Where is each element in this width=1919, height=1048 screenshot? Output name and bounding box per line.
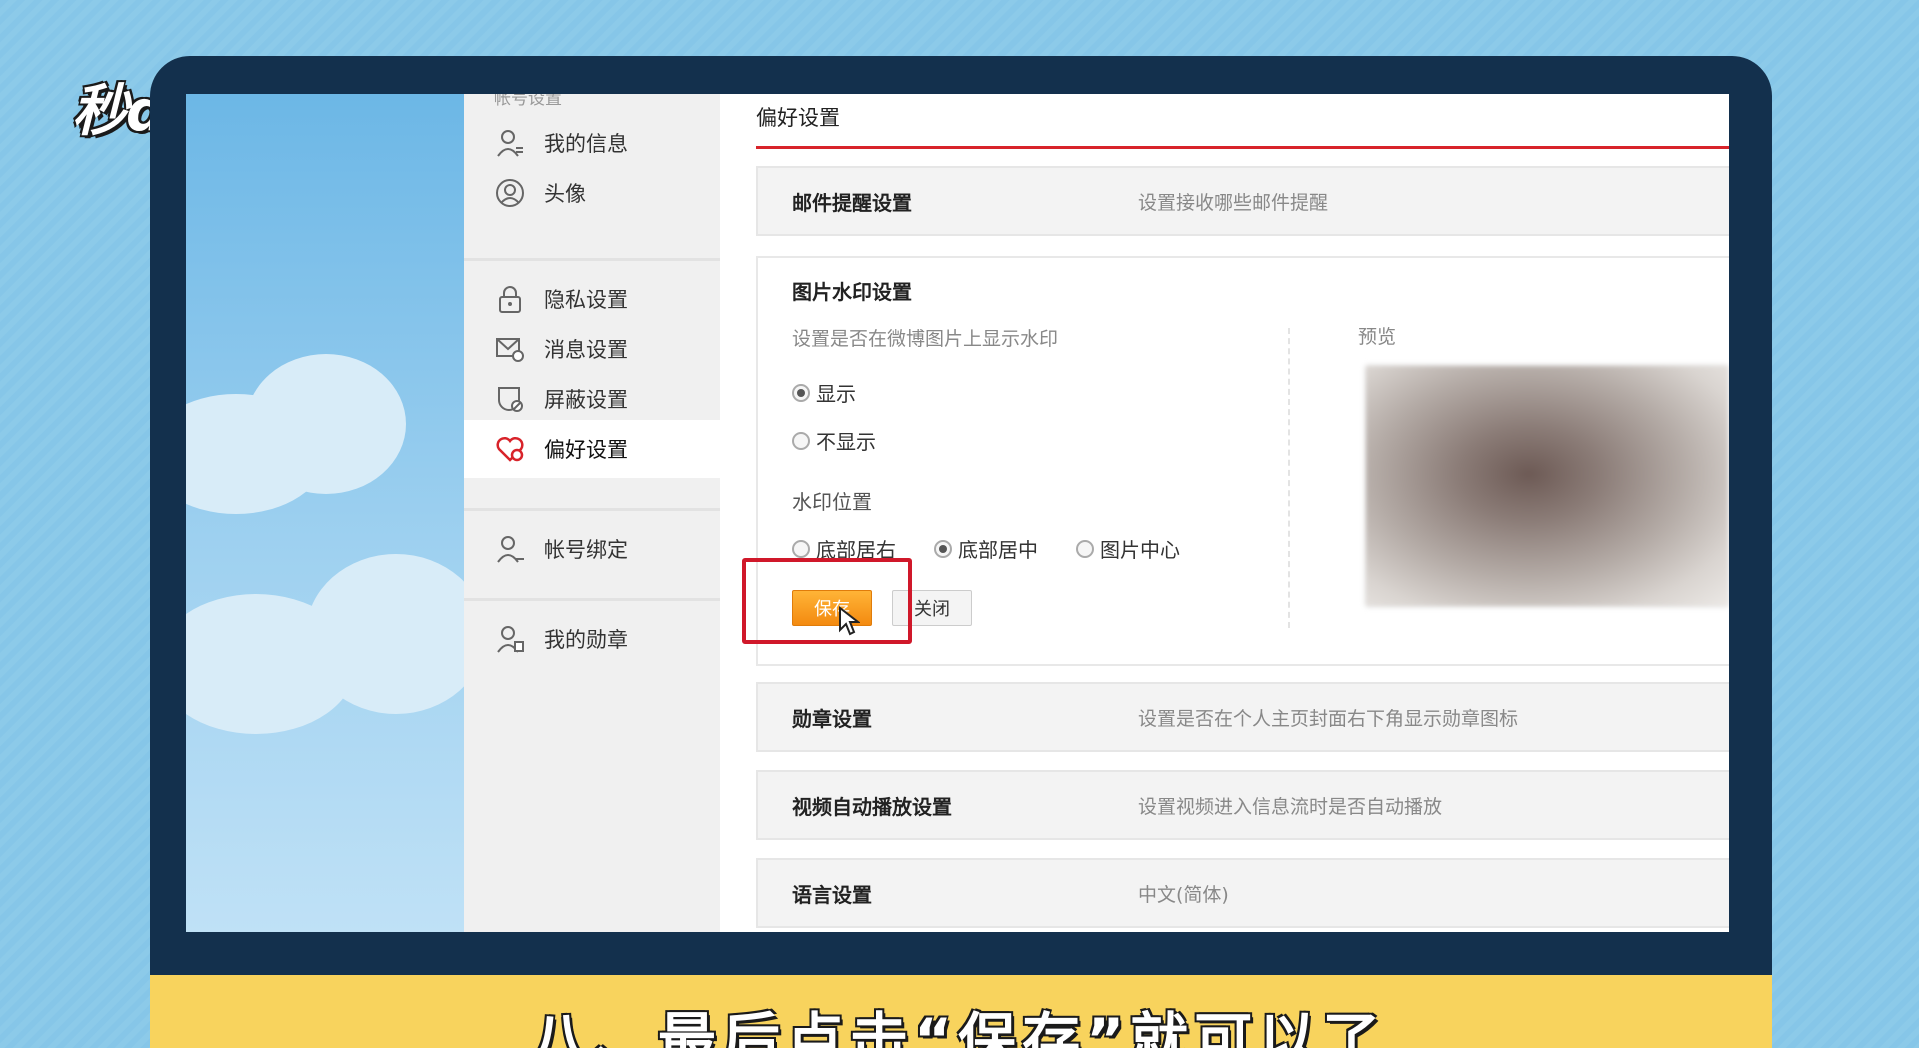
screen: 帐号设置 我的信息 头像 隐私设置 消息设置 屏蔽设置 偏好设置 帐号绑定 我的… bbox=[186, 94, 1729, 932]
setting-row-email[interactable]: 邮件提醒设置 设置接收哪些邮件提醒 bbox=[756, 166, 1729, 236]
caption-text: 八、最后点击“保存”就可以了 bbox=[530, 1006, 1387, 1048]
setting-desc: 中文(简体) bbox=[1138, 883, 1229, 906]
sidebar-item-medals[interactable]: 我的勋章 bbox=[464, 610, 720, 668]
sidebar-item-avatar[interactable]: 头像 bbox=[464, 164, 720, 222]
sidebar-divider bbox=[464, 598, 720, 601]
title-underline bbox=[756, 146, 1729, 149]
lock-icon bbox=[494, 283, 526, 315]
radio-button[interactable] bbox=[934, 539, 952, 558]
radio-image-center[interactable]: 图片中心 bbox=[1076, 534, 1180, 563]
radio-button[interactable] bbox=[1076, 539, 1094, 558]
radio-label: 显示 bbox=[816, 382, 856, 406]
sidebar-item-account-bind[interactable]: 帐号绑定 bbox=[464, 520, 720, 578]
sidebar-item-label: 消息设置 bbox=[544, 338, 628, 362]
setting-desc: 设置是否在个人主页封面右下角显示勋章图标 bbox=[1138, 707, 1519, 730]
radio-show-watermark[interactable]: 显示 bbox=[792, 378, 856, 407]
sidebar-item-label: 屏蔽设置 bbox=[544, 388, 628, 412]
watermark-settings-panel: 图片水印设置 设置是否在微博图片上显示水印 显示 不显示 水印位置 底部居右 底… bbox=[742, 256, 1729, 666]
setting-name: 视频自动播放设置 bbox=[792, 794, 952, 819]
radio-hide-watermark[interactable]: 不显示 bbox=[792, 426, 876, 455]
sidebar-item-label: 帐号绑定 bbox=[544, 538, 628, 562]
radio-label: 图片中心 bbox=[1100, 538, 1180, 562]
mouse-cursor-icon bbox=[838, 605, 861, 640]
sidebar-item-label: 我的信息 bbox=[544, 132, 628, 156]
save-highlight-box bbox=[742, 558, 912, 644]
page-title: 偏好设置 bbox=[756, 106, 840, 130]
setting-name: 语言设置 bbox=[792, 882, 872, 907]
radio-button[interactable] bbox=[792, 431, 810, 450]
avatar-icon bbox=[494, 177, 526, 209]
sidebar-item-label: 我的勋章 bbox=[544, 628, 628, 652]
sidebar-section-title: 帐号设置 bbox=[494, 94, 562, 109]
user-icon bbox=[494, 127, 526, 159]
heart-settings-icon bbox=[494, 433, 526, 465]
radio-button[interactable] bbox=[792, 539, 810, 558]
setting-row-medal[interactable]: 勋章设置 设置是否在个人主页封面右下角显示勋章图标 bbox=[756, 682, 1729, 752]
watermark-preview-image bbox=[1366, 366, 1728, 606]
setting-name: 勋章设置 bbox=[792, 706, 872, 731]
subtitle-caption-bar: 八、最后点击“保存”就可以了 bbox=[150, 975, 1772, 1048]
radio-label: 不显示 bbox=[816, 430, 876, 454]
setting-desc: 设置接收哪些邮件提醒 bbox=[1138, 191, 1329, 214]
medal-icon bbox=[494, 623, 526, 655]
setting-row-video-autoplay[interactable]: 视频自动播放设置 设置视频进入信息流时是否自动播放 bbox=[756, 770, 1729, 840]
preferences-panel: 偏好设置 邮件提醒设置 设置接收哪些邮件提醒 图片水印设置 设置是否在微博图片上… bbox=[742, 94, 1729, 932]
setting-desc: 设置是否在微博图片上显示水印 bbox=[792, 328, 1059, 350]
preview-label: 预览 bbox=[1358, 326, 1397, 348]
setting-desc: 设置视频进入信息流时是否自动播放 bbox=[1138, 795, 1443, 818]
sidebar-divider bbox=[464, 258, 720, 261]
background-decoration bbox=[186, 94, 464, 932]
watermark-position-label: 水印位置 bbox=[792, 490, 872, 514]
radio-bottom-center[interactable]: 底部居中 bbox=[934, 534, 1038, 563]
account-bind-icon bbox=[494, 533, 526, 565]
sidebar-item-preferences[interactable]: 偏好设置 bbox=[464, 420, 720, 478]
sidebar-divider bbox=[464, 508, 720, 511]
setting-row-language[interactable]: 语言设置 中文(简体) bbox=[756, 858, 1729, 928]
block-icon bbox=[494, 383, 526, 415]
settings-sidebar: 帐号设置 我的信息 头像 隐私设置 消息设置 屏蔽设置 偏好设置 帐号绑定 我的… bbox=[464, 94, 720, 932]
setting-name: 图片水印设置 bbox=[792, 280, 912, 304]
radio-button[interactable] bbox=[792, 383, 810, 402]
sidebar-item-label: 偏好设置 bbox=[544, 438, 628, 462]
preview-divider bbox=[1288, 328, 1290, 628]
setting-name: 邮件提醒设置 bbox=[792, 190, 912, 215]
message-settings-icon bbox=[494, 333, 526, 365]
sidebar-item-label: 头像 bbox=[544, 182, 586, 206]
sidebar-item-label: 隐私设置 bbox=[544, 288, 628, 312]
radio-label: 底部居中 bbox=[958, 538, 1038, 562]
